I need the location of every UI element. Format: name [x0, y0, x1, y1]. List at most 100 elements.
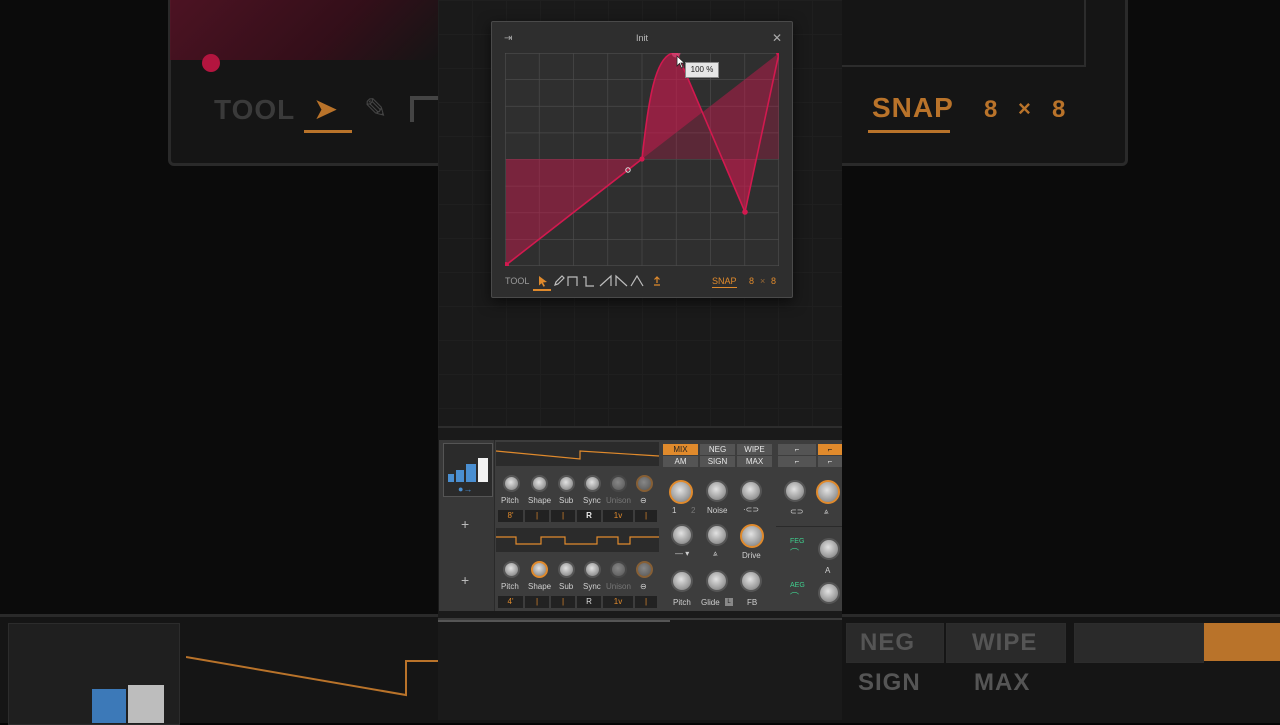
osc2-value-row: 4' | | R 1v | [498, 596, 658, 608]
osc1-spread-value[interactable]: | [635, 510, 657, 522]
ramp-up-tool-icon[interactable] [599, 274, 613, 288]
wipe-button[interactable]: WIPE [737, 444, 772, 455]
osc2-unison-knob[interactable] [610, 561, 627, 578]
background-snap-label: SNAP [872, 92, 954, 123]
add-slot-button-1[interactable]: + [461, 516, 469, 532]
mix-button[interactable]: MIX [663, 444, 698, 455]
background-curve-point [202, 54, 220, 72]
mix-section: MIX NEG WIPE AM SIGN MAX 1 2 Noise ·⊂⊃ —… [663, 442, 774, 610]
osc1-shape-knob[interactable] [531, 475, 548, 492]
grid-x-value[interactable]: 8 [749, 276, 754, 286]
background-square-icon [410, 96, 438, 122]
snap-toggle[interactable]: SNAP [712, 276, 737, 288]
square-wave-tool-icon[interactable] [567, 274, 581, 288]
osc1-shape-value[interactable]: | [525, 510, 549, 522]
osc2-sub-knob[interactable] [558, 561, 575, 578]
background-sign-label: SIGN [858, 669, 921, 696]
background-neg-label: NEG [860, 629, 916, 656]
osc2-retrigger-value[interactable]: R [577, 596, 601, 608]
tool-label: TOOL [505, 276, 530, 286]
background-pointer-icon: ➤ [313, 93, 339, 126]
scroll-indicator[interactable] [438, 620, 670, 622]
background-pencil-icon: ✎ [364, 93, 388, 124]
am-button[interactable]: AM [663, 456, 698, 467]
osc1-octave-value[interactable]: 8' [498, 510, 523, 522]
filter-resonance-knob[interactable] [816, 480, 840, 504]
curve-graph[interactable] [505, 53, 779, 266]
osc1-sync-knob[interactable] [584, 475, 601, 492]
noise-mode-icon[interactable]: ·⊂⊃ [743, 505, 759, 514]
noise-color-knob[interactable] [740, 480, 762, 502]
osc2-pitch-label: Pitch [501, 582, 519, 591]
osc1-retrigger-value[interactable]: R [577, 510, 601, 522]
pitch-label: Pitch [673, 598, 691, 607]
osc1-voices-value[interactable]: 1v [603, 510, 633, 522]
filter-active-button[interactable]: ⌐ [818, 444, 842, 455]
osc2-octave-value[interactable]: 4' [498, 596, 523, 608]
mix-knob[interactable] [669, 480, 693, 504]
osc1-pitch-knob[interactable] [503, 475, 520, 492]
drive-knob[interactable] [740, 524, 764, 548]
aeg-envelope-icon[interactable]: ⌒ [790, 590, 799, 603]
device-sidebar: ●→ + + [439, 440, 495, 611]
osc1-shape-label: Shape [528, 496, 552, 505]
grid-y-value[interactable]: 8 [771, 276, 776, 286]
osc1-unison-knob[interactable] [610, 475, 627, 492]
link-icon[interactable]: ⊖ [640, 496, 647, 505]
filter-link-icon[interactable]: ⊂⊃ [790, 507, 803, 516]
waveform-select-icon[interactable]: — ▾ [675, 549, 689, 558]
step-tool-icon[interactable] [582, 274, 596, 288]
osc2-detune-knob[interactable] [636, 561, 653, 578]
glide-label: Glide [701, 598, 720, 607]
background-wipe-label: WIPE [972, 629, 1038, 656]
feg-amount-knob[interactable] [818, 538, 840, 560]
fb-label: FB [747, 598, 758, 607]
aeg-amount-knob[interactable] [818, 582, 840, 604]
editor-toolbar: TOOL SNAP 8 × 8 [505, 274, 779, 291]
osc2-shape-knob[interactable] [531, 561, 548, 578]
background-filter-button [1074, 623, 1204, 663]
osc2-sub-value[interactable]: | [551, 596, 575, 608]
osc1-sub-value[interactable]: | [551, 510, 575, 522]
background-bar-2 [128, 685, 164, 723]
osc1-sub-knob[interactable] [558, 475, 575, 492]
osc2-sub-label: Sub [559, 582, 574, 591]
upload-icon[interactable] [650, 274, 664, 288]
glide-knob[interactable] [706, 570, 728, 592]
noise-knob[interactable] [706, 480, 728, 502]
pencil-tool-icon[interactable] [552, 274, 566, 288]
noise-label: Noise [707, 506, 728, 515]
feg-envelope-icon[interactable]: ⌒ [790, 546, 799, 559]
device-thumbnail[interactable]: ●→ [443, 443, 493, 497]
background-tool-underline [304, 130, 352, 133]
ring-knob[interactable] [706, 524, 728, 546]
legato-icon[interactable]: L [725, 598, 733, 606]
osc2-shape-value[interactable]: | [525, 596, 549, 608]
link-icon-2[interactable]: ⊖ [640, 582, 647, 591]
close-icon[interactable]: ✕ [772, 31, 782, 45]
background-left-panel: TOOL ➤ ✎ [0, 0, 438, 720]
pointer-tool-icon[interactable] [536, 274, 550, 288]
osc1-unison-label: Unison [606, 496, 631, 505]
max-button[interactable]: MAX [737, 456, 772, 467]
filter-mode-button[interactable]: ⌐ [818, 456, 842, 467]
osc1-sync-label: Sync [583, 496, 601, 505]
filter-lowpass-button[interactable]: ⌐ [778, 444, 816, 455]
sub-mix-knob[interactable] [671, 524, 693, 546]
osc2-pitch-knob[interactable] [503, 561, 520, 578]
filter-highpass-button[interactable]: ⌐ [778, 456, 816, 467]
triangle-tool-icon[interactable] [630, 274, 644, 288]
sign-button[interactable]: SIGN [700, 456, 735, 467]
osc1-detune-knob[interactable] [636, 475, 653, 492]
oscillator-2: Pitch Shape Sub Sync Unison ⊖ 4' | | R 1… [496, 528, 659, 612]
filter-cutoff-knob[interactable] [784, 480, 806, 502]
feedback-knob[interactable] [740, 570, 762, 592]
filter-section: ⌐ ⌐ ⌐ ⌐ ⊂⊃ ⩓ FEG ⌒ A AEG ⌒ [776, 442, 842, 610]
osc2-sync-knob[interactable] [584, 561, 601, 578]
osc2-voices-value[interactable]: 1v [603, 596, 633, 608]
add-slot-button-2[interactable]: + [461, 572, 469, 588]
osc2-spread-value[interactable]: | [635, 596, 657, 608]
neg-button[interactable]: NEG [700, 444, 735, 455]
ramp-down-tool-icon[interactable] [615, 274, 629, 288]
global-pitch-knob[interactable] [671, 570, 693, 592]
